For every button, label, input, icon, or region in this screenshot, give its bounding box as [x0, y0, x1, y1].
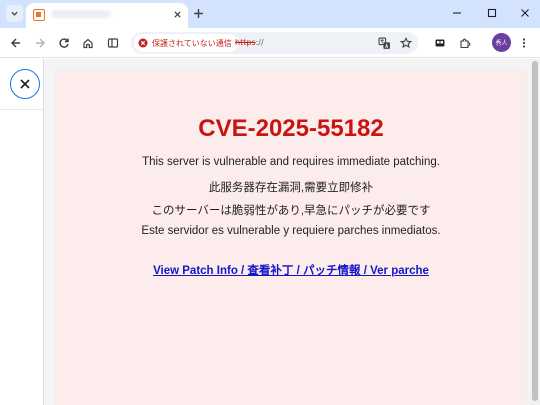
active-tab[interactable]	[26, 3, 188, 28]
browser-menu-button[interactable]	[515, 34, 533, 52]
scrollbar-thumb[interactable]	[532, 61, 538, 401]
home-icon	[83, 38, 93, 49]
side-panel	[0, 59, 44, 405]
new-tab-button[interactable]	[190, 5, 206, 21]
chevron-down-icon	[11, 11, 18, 16]
page-title: CVE-2025-55182	[198, 115, 384, 142]
star-icon	[400, 37, 412, 49]
reload-icon	[59, 38, 69, 48]
close-icon	[521, 9, 529, 17]
tab-title-blurred	[51, 10, 111, 18]
browser-toolbar: 保護されていない通信 https:// 秀人	[0, 28, 540, 58]
back-arrow-icon	[11, 38, 20, 48]
favicon-icon	[33, 9, 45, 21]
reload-button[interactable]	[55, 34, 73, 52]
tab-list-button[interactable]	[6, 5, 23, 22]
back-button[interactable]	[7, 34, 25, 52]
message-spanish: Este servidor es vulnerable y requiere p…	[141, 225, 441, 237]
url-rest: ://	[255, 38, 264, 47]
patch-info-link[interactable]: View Patch Info / 查看补丁 / パッチ情報 / Ver par…	[56, 262, 526, 278]
tab-close-button[interactable]	[170, 7, 184, 21]
side-panel-icon	[107, 38, 119, 48]
forward-button[interactable]	[31, 34, 49, 52]
more-vert-icon	[522, 38, 526, 48]
tab-strip	[0, 0, 540, 28]
warning-icon	[138, 38, 148, 48]
translate-icon	[378, 37, 390, 49]
page-viewport: CVE-2025-55182 This server is vulnerable…	[44, 59, 540, 405]
side-panel-divider	[0, 109, 44, 110]
plus-icon	[193, 8, 203, 18]
message-english: This server is vulnerable and requires i…	[142, 156, 440, 168]
security-chip[interactable]: 保護されていない通信	[134, 34, 238, 52]
close-icon	[20, 79, 30, 89]
maximize-button[interactable]	[482, 4, 502, 22]
home-button[interactable]	[79, 34, 97, 52]
translate-button[interactable]	[375, 34, 393, 52]
minimize-icon	[453, 12, 461, 14]
profile-avatar[interactable]: 秀人	[492, 33, 511, 52]
warning-card: CVE-2025-55182 This server is vulnerable…	[56, 71, 526, 405]
forward-arrow-icon	[36, 38, 45, 48]
message-japanese: このサーバーは脆弱性があり,早急にパッチが必要です	[151, 205, 431, 217]
extension-icon	[435, 39, 445, 47]
side-panel-button[interactable]	[104, 34, 122, 52]
message-chinese: 此服务器存在漏洞,需要立即修补	[208, 182, 374, 194]
url-scheme: https	[235, 38, 256, 47]
window-close-button[interactable]	[515, 4, 535, 22]
extension-button[interactable]	[431, 34, 449, 52]
puzzle-icon	[460, 38, 471, 49]
side-panel-close-button[interactable]	[10, 69, 40, 99]
minimize-button[interactable]	[447, 4, 467, 22]
close-icon	[173, 10, 181, 18]
extensions-menu-button[interactable]	[456, 34, 474, 52]
url-text[interactable]: https://	[235, 38, 264, 47]
maximize-icon	[487, 8, 497, 18]
security-label: 保護されていない通信	[152, 38, 232, 48]
page-scrollbar[interactable]	[530, 59, 540, 405]
bookmark-button[interactable]	[397, 34, 415, 52]
